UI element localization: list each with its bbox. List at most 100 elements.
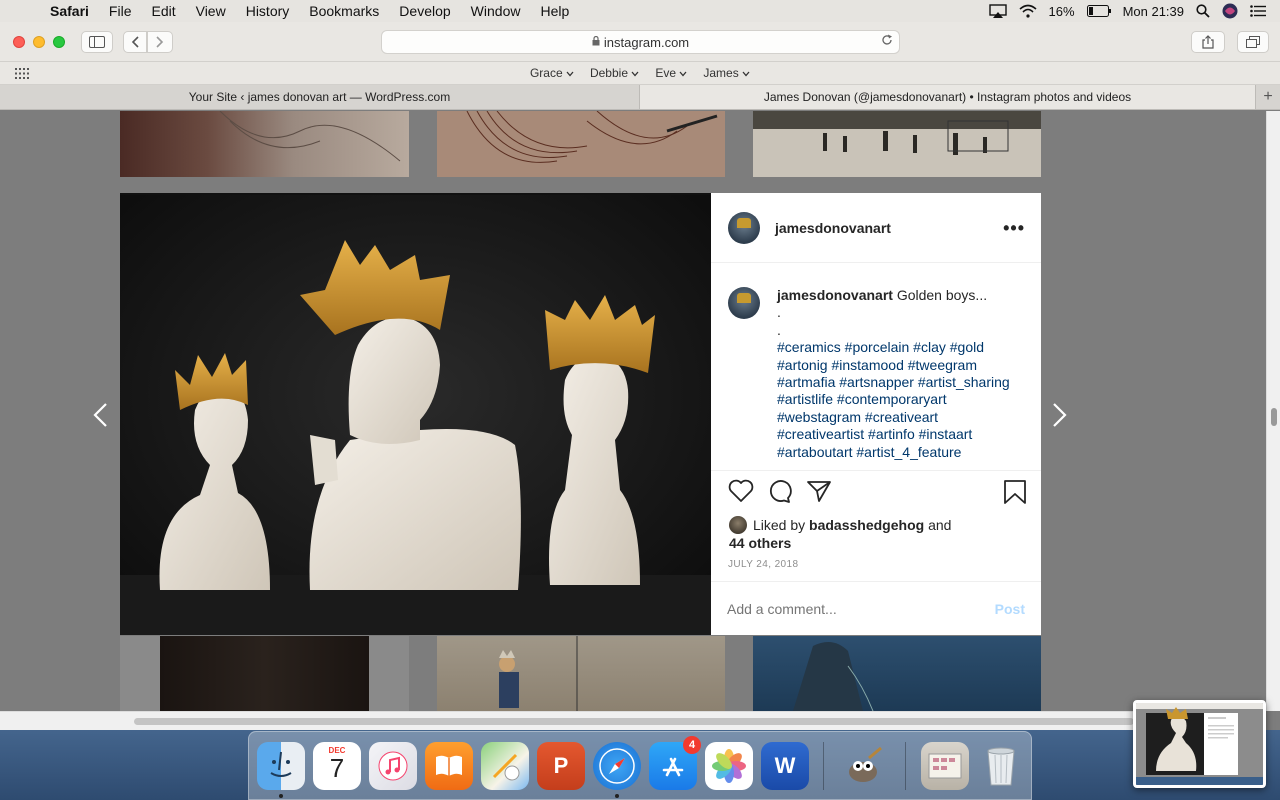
finder-icon[interactable] — [257, 742, 305, 790]
maps-icon[interactable] — [481, 742, 529, 790]
caption-avatar[interactable] — [728, 287, 760, 319]
safari-icon[interactable] — [593, 742, 641, 790]
sidebar-icon — [89, 36, 105, 48]
grid-thumbnail[interactable] — [437, 636, 725, 711]
downloads-stack-icon[interactable] — [921, 742, 969, 790]
grid-thumbnail[interactable] — [120, 636, 409, 711]
books-icon[interactable] — [425, 742, 473, 790]
menu-app-name[interactable]: Safari — [40, 0, 99, 22]
grid-thumbnail[interactable] — [753, 636, 1041, 711]
menu-history[interactable]: History — [236, 0, 300, 22]
safari-window: instagram.com Grace Debbie Eve James You… — [0, 22, 1280, 730]
battery-icon[interactable] — [1086, 5, 1111, 17]
tab-wordpress[interactable]: Your Site ‹ james donovan art — WordPres… — [0, 85, 640, 109]
dock: DEC 7 P 4 W — [248, 731, 1032, 800]
avatar[interactable] — [728, 211, 760, 244]
fullscreen-window-button[interactable] — [53, 36, 65, 48]
post-author-username[interactable]: jamesdonovanart — [775, 220, 891, 236]
more-options-icon[interactable]: ••• — [1003, 218, 1025, 239]
url-text: instagram.com — [603, 34, 690, 50]
like-heart-icon[interactable] — [728, 479, 754, 508]
spotlight-search-icon[interactable] — [1196, 4, 1210, 18]
powerpoint-icon[interactable]: P — [537, 742, 585, 790]
back-button[interactable] — [123, 31, 147, 53]
grid-thumbnail[interactable] — [120, 111, 409, 177]
post-comment-button[interactable]: Post — [995, 601, 1025, 617]
airplay-icon[interactable] — [988, 4, 1007, 18]
menu-bookmarks[interactable]: Bookmarks — [299, 0, 389, 22]
trash-icon[interactable] — [977, 742, 1025, 790]
new-tab-button[interactable]: + — [1256, 85, 1280, 109]
caption-username[interactable]: jamesdonovanart — [777, 287, 893, 303]
menu-clock[interactable]: Mon 21:39 — [1123, 4, 1184, 19]
address-bar[interactable]: instagram.com — [381, 30, 900, 54]
menu-help[interactable]: Help — [530, 0, 579, 22]
favorites-bar: Grace Debbie Eve James — [0, 62, 1280, 85]
chevron-right-icon — [1053, 403, 1067, 427]
chevron-left-icon — [93, 403, 107, 427]
caption-dot: . — [777, 321, 781, 338]
grid-thumbnail[interactable] — [437, 111, 725, 177]
comment-bubble-icon[interactable] — [766, 479, 792, 508]
gimp-icon[interactable] — [839, 742, 887, 790]
chevron-down-icon — [679, 71, 687, 77]
music-icon[interactable] — [369, 742, 417, 790]
save-bookmark-icon[interactable] — [1003, 479, 1027, 510]
post-photo[interactable] — [120, 193, 711, 635]
comment-input[interactable] — [727, 600, 995, 617]
siri-icon[interactable] — [1222, 3, 1238, 19]
browser-toolbar: instagram.com — [0, 22, 1280, 62]
forward-button[interactable] — [147, 31, 173, 53]
grid-thumbnail[interactable] — [753, 111, 1041, 177]
word-icon[interactable]: W — [761, 742, 809, 790]
share-button[interactable] — [1191, 31, 1225, 53]
screenshot-preview-thumbnail[interactable] — [1133, 700, 1266, 788]
favorite-folder-grace[interactable]: Grace — [522, 66, 582, 80]
menu-develop[interactable]: Develop — [389, 0, 460, 22]
close-window-button[interactable] — [13, 36, 25, 48]
menu-file[interactable]: File — [99, 0, 142, 22]
minimize-window-button[interactable] — [33, 36, 45, 48]
caption-hashtags[interactable]: #ceramics #porcelain #clay #gold #artoni… — [777, 339, 1010, 459]
favorite-folder-james[interactable]: James — [695, 66, 758, 80]
menu-window[interactable]: Window — [461, 0, 531, 22]
calendar-icon[interactable]: DEC 7 — [313, 742, 361, 790]
horizontal-scrollbar[interactable] — [0, 711, 1266, 730]
post-actions — [711, 479, 1041, 519]
notification-center-icon[interactable] — [1250, 5, 1266, 17]
previous-post-button[interactable] — [92, 398, 108, 437]
likes-summary: Liked by badasshedgehog and 44 others — [729, 516, 952, 551]
likes-others-link[interactable]: 44 others — [729, 535, 791, 551]
next-post-button[interactable] — [1052, 398, 1068, 437]
photos-icon[interactable] — [705, 742, 753, 790]
menu-edit[interactable]: Edit — [141, 0, 185, 22]
app-store-icon[interactable]: 4 — [649, 736, 701, 790]
battery-percent: 16% — [1048, 3, 1075, 19]
share-direct-icon[interactable] — [806, 479, 832, 508]
liker-avatar[interactable] — [729, 516, 747, 534]
wifi-icon[interactable] — [1019, 4, 1037, 18]
app-store-badge: 4 — [683, 736, 701, 754]
vertical-scrollbar[interactable] — [1266, 111, 1280, 711]
menu-view[interactable]: View — [186, 0, 236, 22]
liker-username[interactable]: badasshedgehog — [809, 517, 924, 533]
menu-bar: Safari File Edit View History Bookmarks … — [0, 0, 1280, 22]
chevron-down-icon — [631, 71, 639, 77]
share-icon — [1202, 35, 1214, 49]
grid-icon[interactable] — [15, 68, 29, 82]
favorite-folder-debbie[interactable]: Debbie — [582, 66, 647, 80]
chevron-down-icon — [742, 71, 750, 77]
favorite-folder-eve[interactable]: Eve — [647, 66, 695, 80]
post-caption: jamesdonovanart Golden boys... . . #cera… — [711, 263, 1041, 471]
tab-overview-button[interactable] — [1237, 31, 1269, 53]
chevron-left-icon — [131, 36, 139, 48]
tab-bar: Your Site ‹ james donovan art — WordPres… — [0, 85, 1280, 110]
caption-text: jamesdonovanart Golden boys... . . #cera… — [777, 287, 1017, 461]
chevron-down-icon — [566, 71, 574, 77]
post-date[interactable]: JULY 24, 2018 — [728, 559, 798, 570]
ceramic-sculptures-image — [120, 195, 711, 635]
sidebar-toggle-button[interactable] — [81, 31, 113, 53]
reload-icon[interactable] — [881, 34, 893, 49]
caption-body: Golden boys... — [896, 287, 988, 303]
tab-instagram[interactable]: James Donovan (@jamesdonovanart) • Insta… — [640, 85, 1256, 109]
